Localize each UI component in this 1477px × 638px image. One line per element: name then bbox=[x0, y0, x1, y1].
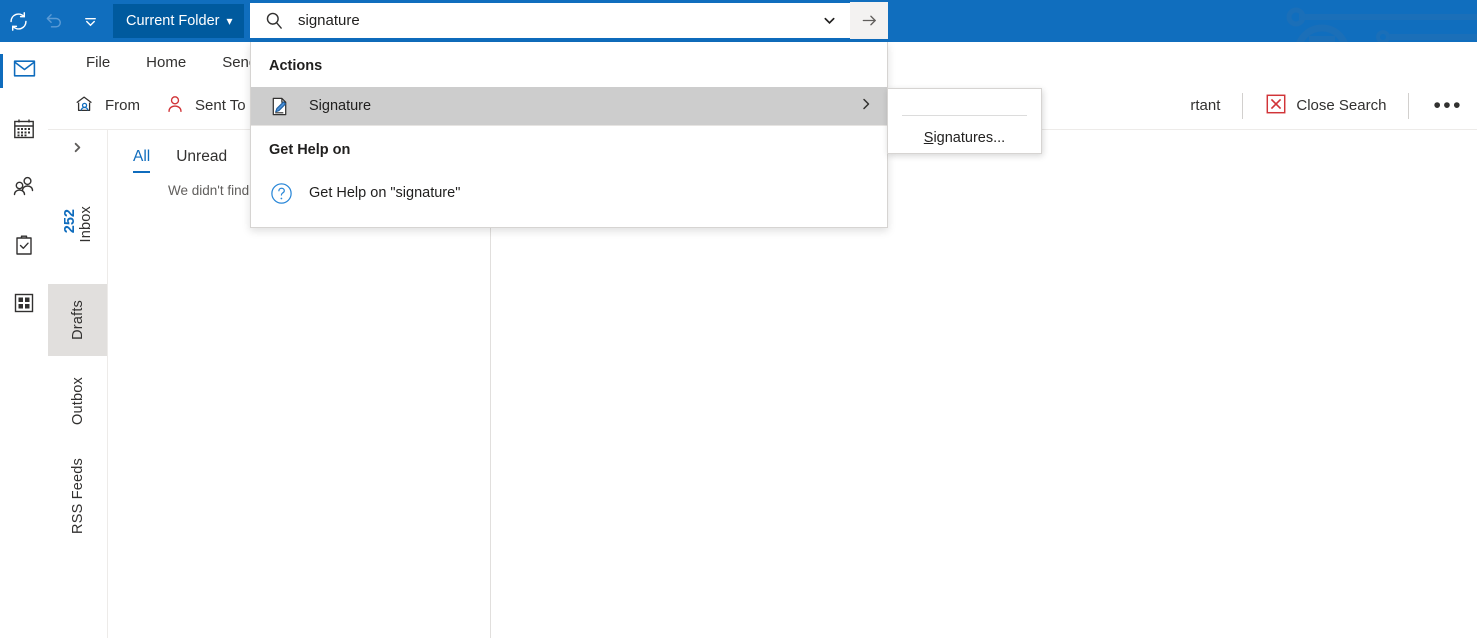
ribbon-separator bbox=[1242, 92, 1244, 119]
folder-unread-count: 252 bbox=[61, 208, 78, 234]
undo-icon[interactable] bbox=[36, 0, 72, 42]
ribbon-separator bbox=[1408, 92, 1410, 119]
signature-document-pen-icon bbox=[269, 96, 309, 117]
suggestion-item-label: Signature bbox=[309, 98, 372, 114]
ribbon-overflow-button[interactable]: ••• bbox=[1419, 95, 1477, 116]
ribbon-button-important[interactable]: rtant bbox=[1178, 87, 1232, 125]
folder-item-label: Drafts bbox=[69, 300, 86, 340]
search-box[interactable]: signature bbox=[250, 2, 888, 40]
folder-item-drafts[interactable]: Drafts bbox=[48, 284, 107, 356]
ribbon-button-label: rtant bbox=[1190, 97, 1221, 114]
sync-icon[interactable] bbox=[0, 0, 36, 42]
ribbon-button-label: Close Search bbox=[1296, 97, 1387, 114]
ribbon-button-sent-to[interactable]: Sent To bbox=[152, 87, 258, 125]
rail-item-more-apps[interactable] bbox=[0, 274, 48, 332]
expand-folder-pane-button[interactable] bbox=[48, 130, 107, 164]
filter-tab-all[interactable]: All bbox=[133, 148, 151, 173]
ribbon-button-label: From bbox=[105, 97, 140, 114]
suggestions-bottom-padding bbox=[251, 215, 887, 227]
suggestion-item-label: Get Help on "signature" bbox=[309, 185, 461, 201]
folder-item-outbox[interactable]: Outbox bbox=[48, 356, 107, 446]
tasks-clipboard-icon bbox=[16, 235, 32, 255]
chevron-right-icon bbox=[859, 97, 873, 116]
search-icon bbox=[250, 2, 298, 39]
chevron-down-icon[interactable] bbox=[72, 0, 108, 42]
outlook-window: Current Folder ▾ signature File Home Sen… bbox=[0, 0, 1477, 638]
folder-item-label: RSS Feeds bbox=[69, 458, 86, 534]
rail-item-mail[interactable] bbox=[0, 42, 48, 100]
suggestion-item-signature[interactable]: Signature bbox=[251, 87, 887, 125]
people-icon bbox=[13, 176, 34, 196]
nav-rail bbox=[0, 42, 48, 638]
chevron-down-icon: ▾ bbox=[226, 14, 233, 28]
rail-item-people[interactable] bbox=[0, 158, 48, 216]
chevron-right-icon bbox=[74, 142, 81, 152]
apps-grid-icon bbox=[14, 293, 34, 313]
filter-tab-unread[interactable]: Unread bbox=[176, 148, 227, 173]
folder-pane: 252 Inbox Drafts Outbox RSS Feeds bbox=[48, 130, 108, 638]
suggestions-help-header: Get Help on bbox=[269, 142, 351, 158]
help-question-circle-icon bbox=[269, 181, 309, 206]
from-house-person-icon bbox=[74, 93, 96, 119]
suggestion-item-get-help[interactable]: Get Help on "signature" bbox=[251, 171, 887, 215]
folder-item-label: Inbox bbox=[77, 205, 94, 243]
search-scope-label: Current Folder bbox=[126, 13, 220, 29]
submenu-item-label: ignatures... bbox=[933, 130, 1006, 146]
ribbon-button-label: Sent To bbox=[195, 97, 246, 114]
calendar-icon bbox=[14, 119, 34, 139]
search-dropdown-chevron-icon[interactable] bbox=[808, 2, 850, 39]
folder-item-inbox[interactable]: 252 Inbox bbox=[48, 164, 107, 284]
search-suggestions-dropdown: Actions Signature Get Help on Get Help o… bbox=[250, 42, 888, 228]
search-submit-button[interactable] bbox=[850, 2, 888, 39]
ribbon-tab-file[interactable]: File bbox=[68, 42, 128, 82]
search-scope-button[interactable]: Current Folder ▾ bbox=[113, 4, 244, 38]
folder-item-label: Outbox bbox=[69, 377, 86, 425]
ribbon-tab-home[interactable]: Home bbox=[128, 42, 204, 82]
submenu-item-accel: S bbox=[923, 130, 934, 146]
submenu-item-signatures[interactable]: Signatures... bbox=[888, 116, 1041, 146]
mail-icon bbox=[12, 56, 37, 86]
rail-item-calendar[interactable] bbox=[0, 100, 48, 158]
rail-item-tasks[interactable] bbox=[0, 216, 48, 274]
close-search-x-icon bbox=[1265, 93, 1287, 119]
ribbon-button-from[interactable]: From bbox=[62, 87, 152, 125]
folder-item-rss-feeds[interactable]: RSS Feeds bbox=[48, 446, 107, 546]
suggestions-actions-header: Actions bbox=[269, 58, 323, 74]
quick-access-toolbar bbox=[0, 0, 108, 42]
signature-submenu: Signatures... bbox=[887, 88, 1042, 154]
titlebar-decoration bbox=[1286, 7, 1477, 42]
sent-to-person-icon bbox=[164, 93, 186, 119]
search-input[interactable]: signature bbox=[298, 13, 808, 29]
ribbon-button-close-search[interactable]: Close Search bbox=[1253, 87, 1398, 125]
